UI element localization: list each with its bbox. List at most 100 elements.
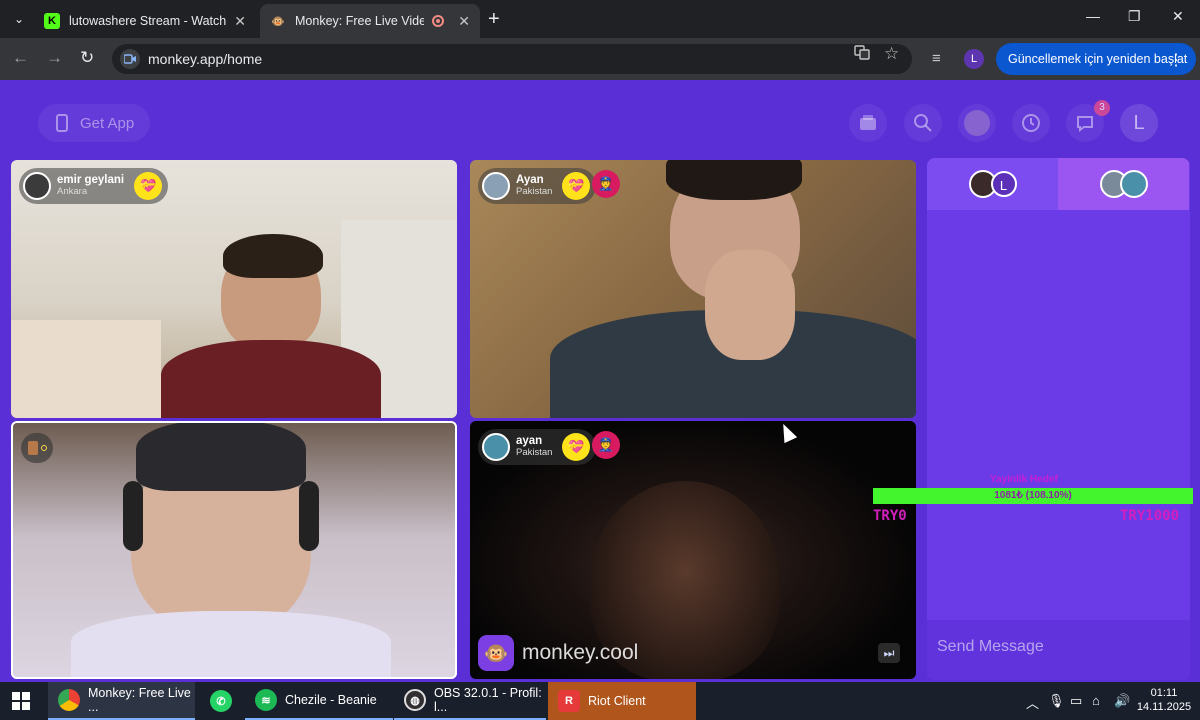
url-text: monkey.app/home xyxy=(148,51,263,67)
kick-icon: K xyxy=(44,13,60,29)
get-app-button[interactable]: Get App xyxy=(38,104,150,142)
person-cap xyxy=(136,421,306,491)
person-hand xyxy=(705,250,795,360)
send-message-input[interactable]: Send Message xyxy=(927,620,1190,680)
user-info-pill: emir geylani Ankara 💝 xyxy=(19,168,169,204)
monkey-watermark: 🐵 monkey.cool xyxy=(478,635,638,671)
avatar xyxy=(23,172,51,200)
browser-toolbar: ← → ↻ monkey.app/home ☆ ≡ L Güncellemek … xyxy=(0,38,1200,80)
watermark-text: monkey.cool xyxy=(522,641,639,664)
microphone-icon[interactable]: 🎙 xyxy=(1048,693,1065,709)
tab-title: lutowashere Stream - Watch Liv xyxy=(69,14,229,28)
police-report-icon[interactable]: 👮 xyxy=(592,170,620,198)
taskbar-label: Riot Client xyxy=(588,694,646,708)
bookmark-star-icon[interactable]: ☆ xyxy=(884,44,899,64)
taskbar-label: Chezile - Beanie xyxy=(285,693,377,707)
gift-heart-icon[interactable]: 💝 xyxy=(562,172,591,200)
tab-search-chevron-icon[interactable]: ⌄ xyxy=(8,8,30,30)
headphone-left xyxy=(123,481,143,551)
address-bar[interactable]: monkey.app/home xyxy=(112,44,912,74)
username: emir geylani xyxy=(57,174,125,186)
new-tab-plus-icon[interactable]: + xyxy=(488,8,500,30)
browser-profile-avatar[interactable]: L xyxy=(964,49,984,69)
clock-time: 01:11 xyxy=(1150,687,1178,699)
gift-heart-icon[interactable]: 💝 xyxy=(562,433,591,461)
monkey-app: Get App 3 L emir geylani Ankara 💝 Ayan P… xyxy=(0,80,1200,682)
close-tab-icon[interactable]: ✕ xyxy=(458,13,470,30)
restore-icon[interactable]: ❐ xyxy=(1128,8,1141,25)
browser-tab-bar: ⌄ K lutowashere Stream - Watch Liv ✕ 🐵 M… xyxy=(0,0,1200,38)
avatar xyxy=(482,172,510,200)
forward-arrow-icon[interactable]: → xyxy=(46,48,63,68)
taskbar-chrome[interactable]: Monkey: Free Live ... xyxy=(48,682,195,720)
search-icon[interactable] xyxy=(904,104,942,142)
free-ticket-icon[interactable] xyxy=(849,104,887,142)
video-tile-2: Ayan Pakistan 💝 👮 xyxy=(470,160,916,418)
profile-avatar-button[interactable]: L xyxy=(1120,104,1158,142)
camera-site-icon[interactable] xyxy=(120,49,140,69)
person-hair xyxy=(223,234,323,278)
translate-icon[interactable] xyxy=(854,44,870,64)
taskbar-label: OBS 32.0.1 - Profil: l... xyxy=(434,686,542,714)
user-location: Pakistan xyxy=(516,186,553,197)
reload-icon[interactable]: ↻ xyxy=(80,48,94,68)
windows-start-icon[interactable] xyxy=(12,692,30,710)
username: ayan xyxy=(516,435,543,447)
battery-icon[interactable]: ▭ xyxy=(1070,693,1082,709)
obs-icon: ◍ xyxy=(404,689,426,711)
close-tab-icon[interactable]: ✕ xyxy=(234,13,246,30)
windows-taskbar: Monkey: Free Live ... ✆ ≋ Chezile - Bean… xyxy=(0,682,1200,720)
tab-monkey[interactable]: 🐵 Monkey: Free Live Video Ch ✕ xyxy=(260,4,480,38)
video-tile-3-self xyxy=(11,421,457,679)
tab-kick-stream[interactable]: K lutowashere Stream - Watch Liv ✕ xyxy=(34,4,256,38)
video-tile-4: ayan Pakistan 💝 👮 🐵 monkey.cool ⏭ xyxy=(470,421,916,679)
notification-badge: 3 xyxy=(1094,100,1110,116)
person-shirt xyxy=(161,340,381,418)
get-app-label: Get App xyxy=(80,114,135,132)
taskbar-spotify[interactable]: ≋ Chezile - Beanie xyxy=(245,682,393,720)
camera-switch-icon[interactable] xyxy=(21,433,53,463)
taskbar-riot-client[interactable]: R Riot Client xyxy=(548,682,696,720)
minimize-icon[interactable]: — xyxy=(1086,8,1100,24)
person-hair xyxy=(666,160,802,200)
gift-heart-icon[interactable]: 💝 xyxy=(134,172,163,200)
riot-icon: R xyxy=(558,690,580,712)
police-report-icon[interactable]: 👮 xyxy=(592,431,620,459)
close-window-icon[interactable]: ✕ xyxy=(1172,8,1184,25)
headphone-right xyxy=(299,481,319,551)
history-clock-icon[interactable] xyxy=(1012,104,1050,142)
volume-icon[interactable]: 🔊 xyxy=(1114,693,1130,709)
self-avatar: L xyxy=(990,171,1017,197)
taskbar-label: Monkey: Free Live ... xyxy=(88,686,191,714)
show-hidden-icons-chevron-icon[interactable]: ︿ xyxy=(1026,693,1039,712)
chat-tab-duo[interactable]: L xyxy=(927,158,1058,210)
avatar xyxy=(1119,170,1148,198)
avatar xyxy=(482,433,510,461)
skip-next-icon[interactable]: ⏭ xyxy=(878,643,900,663)
more-menu-icon[interactable]: ⋮ xyxy=(1168,50,1184,70)
background-sofa xyxy=(11,320,161,418)
user-location: Ankara xyxy=(57,186,88,197)
restart-to-update-button[interactable]: Güncellemek için yeniden başlat ⋮ xyxy=(996,43,1196,75)
back-arrow-icon[interactable]: ← xyxy=(12,48,29,68)
monkey-logo-icon: 🐵 xyxy=(478,635,514,671)
clock-date: 14.11.2025 xyxy=(1136,701,1192,713)
recording-indicator-icon xyxy=(432,15,445,27)
media-control-icon[interactable]: ≡ xyxy=(932,50,941,67)
network-icon[interactable]: ⌂ xyxy=(1092,693,1100,708)
friend-avatar-icon[interactable] xyxy=(958,104,996,142)
tab-title: Monkey: Free Live Video Ch xyxy=(295,14,425,28)
system-clock[interactable]: 01:11 14.11.2025 xyxy=(1136,686,1192,714)
goal-max-label: TRY1000 xyxy=(1120,508,1180,524)
chat-tab-group[interactable] xyxy=(1058,158,1189,210)
person-shirt xyxy=(71,611,391,679)
user-location: Pakistan xyxy=(516,447,553,458)
goal-min-label: TRY0 xyxy=(873,508,907,524)
user-info-pill: ayan Pakistan 💝 xyxy=(478,429,597,465)
username: Ayan xyxy=(516,174,544,186)
taskbar-obs[interactable]: ◍ OBS 32.0.1 - Profil: l... xyxy=(394,682,546,720)
video-tile-1: emir geylani Ankara 💝 xyxy=(11,160,457,418)
goal-progress-bar: 1081₺ (108.10%) xyxy=(873,488,1193,504)
user-info-pill: Ayan Pakistan 💝 xyxy=(478,168,597,204)
taskbar-whatsapp[interactable]: ✆ xyxy=(200,682,244,720)
